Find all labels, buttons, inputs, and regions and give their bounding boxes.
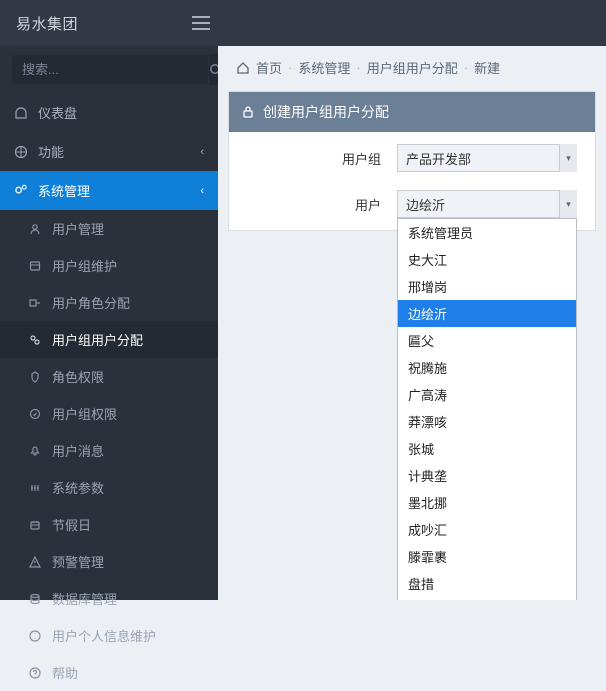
sidebar-sub-item[interactable]: 角色权限 xyxy=(0,358,218,395)
nav-features[interactable]: 功能 ‹ xyxy=(0,132,218,171)
sidebar: 仪表盘 功能 ‹ 系统管理 ‹ 用户管理用户组维护用户角色分配用户组用户分配角色… xyxy=(0,46,218,600)
sidebar-sub-label: 帮助 xyxy=(52,663,78,682)
sidebar-sub-item[interactable]: 节假日 xyxy=(0,506,218,543)
sidebar-sub-item[interactable]: 数据库管理 xyxy=(0,580,218,617)
breadcrumb-sep: · xyxy=(356,60,360,75)
home-icon xyxy=(236,61,250,75)
sidebar-sub-icon xyxy=(28,260,42,272)
group-label: 用户组 xyxy=(247,149,397,168)
group-select[interactable]: 产品开发部 ▾ xyxy=(397,144,577,172)
cogs-icon xyxy=(14,183,28,198)
sidebar-sub-label: 用户组用户分配 xyxy=(52,330,143,349)
sidebar-sub-label: 预警管理 xyxy=(52,552,104,571)
lock-icon xyxy=(241,105,255,119)
menu-toggle-icon[interactable] xyxy=(192,16,210,30)
chevron-left-icon: ‹ xyxy=(200,146,204,158)
chevron-left-icon: ‹ xyxy=(200,185,204,197)
breadcrumb-home[interactable]: 首页 xyxy=(256,58,282,77)
sidebar-sub-icon xyxy=(28,297,42,309)
sidebar-sub-icon xyxy=(28,593,42,605)
sidebar-sub-icon xyxy=(28,371,42,383)
user-option[interactable]: 计典垄 xyxy=(398,462,576,489)
user-option[interactable]: 墨北挪 xyxy=(398,489,576,516)
user-option[interactable]: 匾父 xyxy=(398,327,576,354)
user-option[interactable]: 莽漂咳 xyxy=(398,408,576,435)
sidebar-sub-icon xyxy=(28,408,42,420)
nav-dashboard-label: 仪表盘 xyxy=(38,103,77,122)
breadcrumb-l3: 新建 xyxy=(474,58,500,77)
sidebar-sub-label: 用户个人信息维护 xyxy=(52,626,156,645)
sidebar-sub-label: 用户组维护 xyxy=(52,256,117,275)
breadcrumb-l1[interactable]: 系统管理 xyxy=(298,58,350,77)
chevron-down-icon: ▾ xyxy=(559,190,577,218)
sidebar-sub-icon xyxy=(28,630,42,642)
user-value: 边绘沂 xyxy=(406,195,445,214)
sidebar-sub-label: 用户组权限 xyxy=(52,404,117,423)
nav-system-label: 系统管理 xyxy=(38,181,90,200)
sidebar-sub-label: 数据库管理 xyxy=(52,589,117,608)
sidebar-sub-icon xyxy=(28,223,42,235)
sidebar-sub-item[interactable]: 用户个人信息维护 xyxy=(0,617,218,654)
chevron-down-icon: ▾ xyxy=(559,144,577,172)
sidebar-sub-icon xyxy=(28,667,42,679)
sidebar-sub-label: 用户角色分配 xyxy=(52,293,130,312)
sidebar-sub-icon xyxy=(28,482,42,494)
sidebar-sub-label: 角色权限 xyxy=(52,367,104,386)
breadcrumb-sep: · xyxy=(464,60,468,75)
user-option[interactable]: 盘措 xyxy=(398,570,576,597)
user-option[interactable]: 滕霏裹 xyxy=(398,543,576,570)
sidebar-sub-item[interactable]: 用户组权限 xyxy=(0,395,218,432)
sidebar-sub-item[interactable]: 用户角色分配 xyxy=(0,284,218,321)
user-option[interactable]: 广高涛 xyxy=(398,381,576,408)
sidebar-sub-item[interactable]: 用户消息 xyxy=(0,432,218,469)
group-value: 产品开发部 xyxy=(406,149,471,168)
panel-header: 创建用户组用户分配 xyxy=(229,92,595,132)
sidebar-search xyxy=(0,46,218,93)
globe-icon xyxy=(14,145,28,159)
user-option[interactable]: 祝腾施 xyxy=(398,354,576,381)
brand-title: 易水集团 xyxy=(16,13,78,34)
sidebar-sub-icon xyxy=(28,445,42,457)
sidebar-sub-label: 系统参数 xyxy=(52,478,104,497)
user-option[interactable]: 成吵汇 xyxy=(398,516,576,543)
user-option[interactable]: 系统管理员 xyxy=(398,219,576,246)
sidebar-sub-icon xyxy=(28,334,42,346)
sidebar-sub-icon xyxy=(28,556,42,568)
form-panel: 创建用户组用户分配 用户组 产品开发部 ▾ 用户 xyxy=(228,91,596,231)
sidebar-sub-label: 用户管理 xyxy=(52,219,104,238)
sidebar-sub-icon xyxy=(28,519,42,531)
panel-title: 创建用户组用户分配 xyxy=(263,102,389,122)
user-label: 用户 xyxy=(247,195,397,214)
sidebar-sub-item[interactable]: 预警管理 xyxy=(0,543,218,580)
sidebar-sub-item[interactable]: 帮助 xyxy=(0,654,218,691)
sidebar-sub-item[interactable]: 用户管理 xyxy=(0,210,218,247)
breadcrumb-sep: · xyxy=(288,60,292,75)
user-select[interactable]: 边绘沂 ▾ 系统管理员史大江邢增岗边绘沂匾父祝腾施广高涛莽漂咳张城计典垄墨北挪成… xyxy=(397,190,577,218)
breadcrumb-l2[interactable]: 用户组用户分配 xyxy=(367,58,458,77)
dashboard-icon xyxy=(14,106,28,120)
sidebar-sub-item[interactable]: 用户组用户分配 xyxy=(0,321,218,358)
breadcrumb: 首页 · 系统管理 · 用户组用户分配 · 新建 xyxy=(218,46,606,87)
nav-features-label: 功能 xyxy=(38,142,64,161)
sidebar-sub-label: 用户消息 xyxy=(52,441,104,460)
nav-system[interactable]: 系统管理 ‹ xyxy=(0,171,218,210)
user-option[interactable]: 边绘沂 xyxy=(398,300,576,327)
nav-dashboard[interactable]: 仪表盘 xyxy=(0,93,218,132)
sidebar-sub-label: 节假日 xyxy=(52,515,91,534)
user-option[interactable]: 张城 xyxy=(398,435,576,462)
user-option[interactable]: 史大江 xyxy=(398,246,576,273)
user-dropdown[interactable]: 系统管理员史大江邢增岗边绘沂匾父祝腾施广高涛莽漂咳张城计典垄墨北挪成吵汇滕霏裹盘… xyxy=(397,218,577,600)
search-input[interactable] xyxy=(12,55,208,84)
user-option[interactable]: 邢增岗 xyxy=(398,273,576,300)
sidebar-sub-item[interactable]: 系统参数 xyxy=(0,469,218,506)
sidebar-sub-item[interactable]: 用户组维护 xyxy=(0,247,218,284)
main-content: 首页 · 系统管理 · 用户组用户分配 · 新建 创建用户组用户分配 用户组 xyxy=(218,46,606,600)
